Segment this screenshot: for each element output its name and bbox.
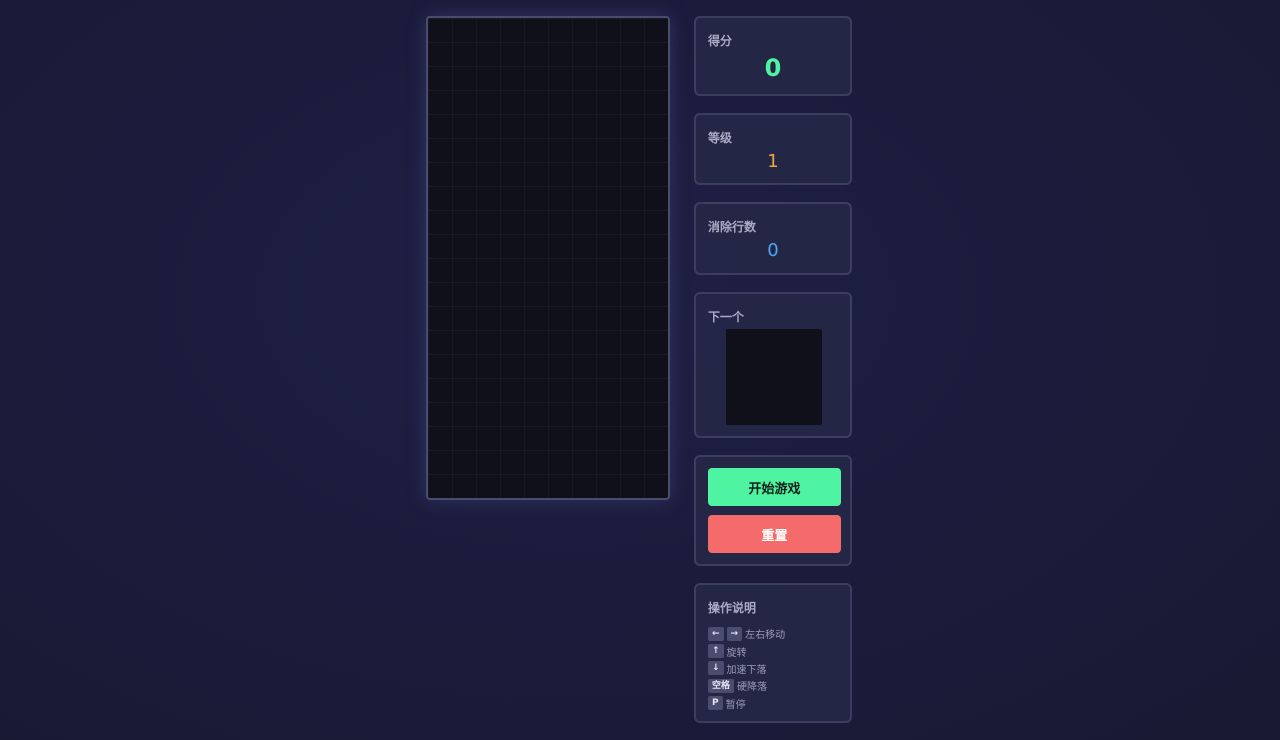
key-p: P — [708, 696, 723, 711]
lines-value: 0 — [767, 240, 779, 261]
help-item-hard-drop: 空格 硬降落 — [708, 677, 785, 694]
help-item-text: 加速下落 — [726, 664, 767, 676]
help-item-text: 旋转 — [726, 647, 747, 659]
help-item-rotate: ↑ 旋转 — [708, 642, 785, 659]
help-item-pause: P 暂停 — [708, 695, 785, 712]
key-down-icon: ↓ — [708, 661, 724, 676]
start-game-button[interactable]: 开始游戏 — [708, 468, 841, 506]
actions-panel: 开始游戏 重置 — [694, 455, 852, 566]
controls-help-panel: 操作说明 ← → 左右移动 ↑ 旋转 ↓ 加速下落 空格 硬降落 P 暂停 — [694, 583, 852, 723]
help-item-soft-drop: ↓ 加速下落 — [708, 660, 785, 677]
reset-button[interactable]: 重置 — [708, 515, 841, 553]
help-item-text: 硬降落 — [737, 682, 768, 694]
next-piece-panel: 下一个 — [694, 292, 852, 438]
next-piece-preview — [726, 329, 822, 425]
level-value: 1 — [767, 151, 779, 172]
help-item-move: ← → 左右移动 — [708, 625, 785, 642]
next-piece-label: 下一个 — [708, 310, 745, 324]
score-value: 0 — [764, 54, 782, 82]
key-up-icon: ↑ — [708, 644, 724, 659]
controls-help-list: ← → 左右移动 ↑ 旋转 ↓ 加速下落 空格 硬降落 P 暂停 — [708, 625, 785, 712]
score-panel: 得分 0 — [694, 16, 852, 96]
score-label: 得分 — [708, 34, 733, 48]
controls-help-title: 操作说明 — [708, 601, 757, 615]
key-space: 空格 — [708, 678, 735, 693]
help-item-text: 左右移动 — [745, 630, 786, 642]
game-board — [426, 16, 670, 500]
key-right-icon: → — [726, 626, 743, 641]
lines-panel: 消除行数 0 — [694, 202, 852, 275]
key-left-icon: ← — [708, 626, 724, 641]
lines-label: 消除行数 — [708, 220, 757, 234]
help-item-text: 暂停 — [725, 699, 746, 711]
level-panel: 等级 1 — [694, 113, 852, 185]
level-label: 等级 — [708, 131, 733, 145]
